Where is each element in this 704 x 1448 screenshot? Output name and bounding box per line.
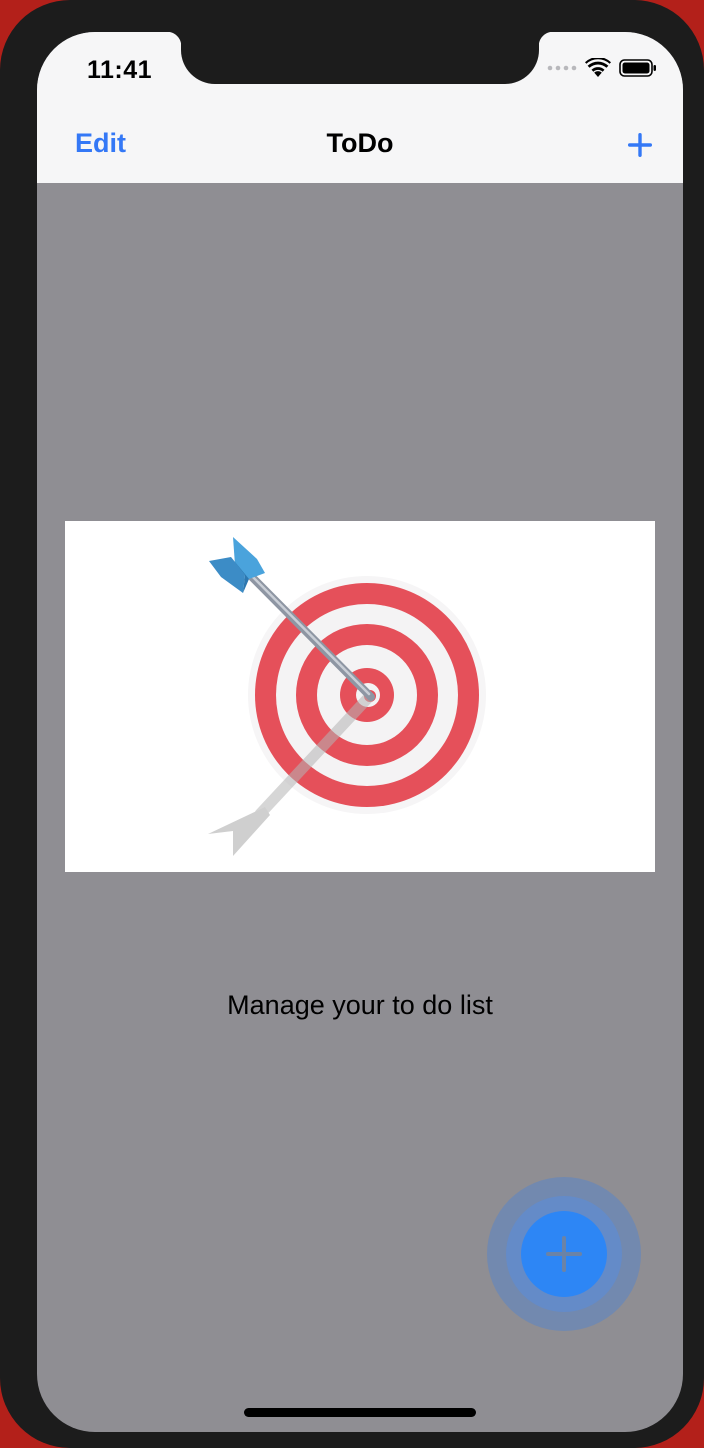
- page-title: ToDo: [326, 128, 394, 158]
- home-indicator[interactable]: [244, 1408, 476, 1417]
- floating-add-button[interactable]: [521, 1211, 607, 1297]
- target-arrow-icon: [208, 537, 486, 856]
- signal-icon: [547, 65, 577, 71]
- wifi-icon: [585, 58, 611, 77]
- empty-state-message: Manage your to do list: [227, 990, 493, 1020]
- screen: 11:41 Edit ToDo Manage your to do list: [37, 32, 683, 1432]
- add-task-button[interactable]: [627, 132, 653, 158]
- navigation-header: 11:41 Edit ToDo: [37, 32, 683, 183]
- status-time: 11:41: [87, 56, 153, 84]
- empty-state-illustration: [65, 521, 655, 872]
- device-frame: 11:41 Edit ToDo Manage your to do list: [0, 0, 704, 1448]
- device-notch: [167, 32, 553, 84]
- plus-icon: [628, 133, 652, 157]
- battery-icon: [619, 59, 656, 77]
- status-icons: [547, 58, 657, 78]
- plus-icon: [546, 1236, 582, 1272]
